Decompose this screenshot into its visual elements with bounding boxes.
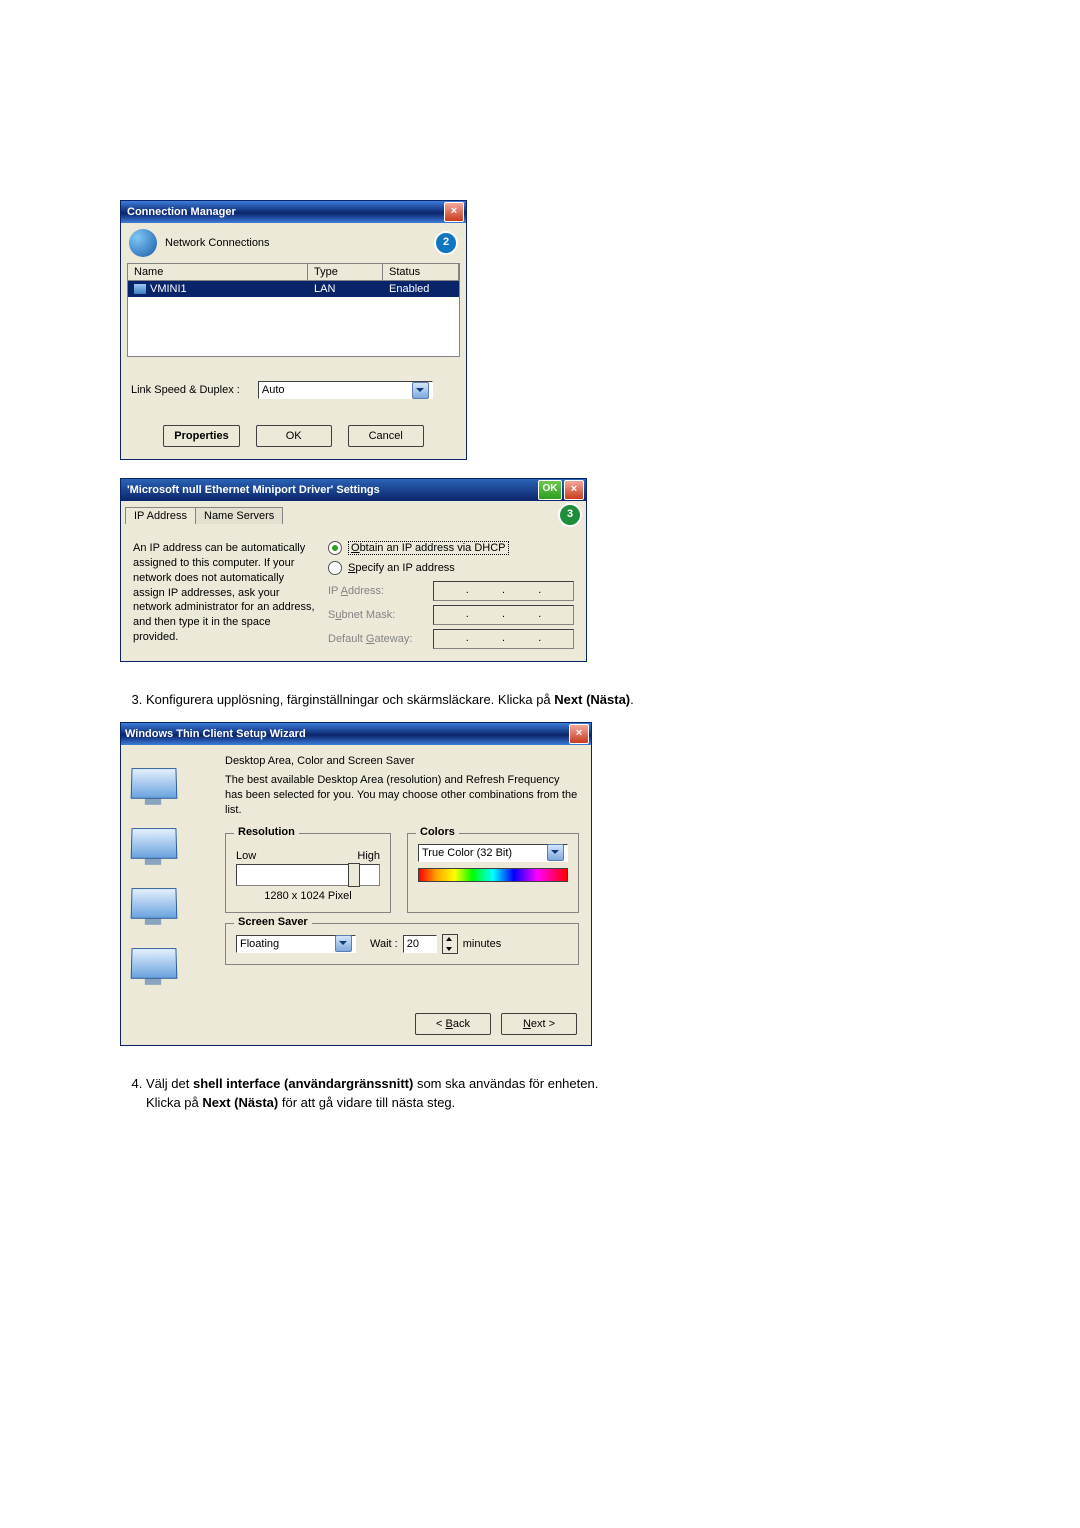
monitor-icon [130, 828, 175, 867]
next-button[interactable]: Next > [501, 1013, 577, 1035]
properties-button[interactable]: Properties [163, 425, 239, 447]
cm-title-bar: Connection Manager × [121, 201, 466, 223]
monitor-icon [130, 768, 175, 807]
wait-input[interactable]: 20 [403, 935, 437, 953]
chevron-down-icon[interactable] [335, 935, 352, 952]
monitor-icon [130, 888, 175, 927]
cancel-button[interactable]: Cancel [348, 425, 424, 447]
col-name[interactable]: Name [128, 264, 308, 281]
link-speed-select[interactable]: Auto [258, 381, 433, 399]
chevron-down-icon[interactable] [547, 844, 564, 861]
wait-label: Wait : [370, 938, 398, 950]
resolution-legend: Resolution [234, 826, 299, 838]
tab-name-servers[interactable]: Name Servers [195, 507, 283, 524]
wait-value: 20 [407, 938, 419, 950]
monitor-icon [130, 948, 175, 987]
setup-wizard-window: Windows Thin Client Setup Wizard × Deskt… [120, 722, 592, 1046]
subnet-mask-label: Subnet Mask: [328, 609, 433, 621]
slider-low-label: Low [236, 850, 256, 862]
back-button[interactable]: < Back [415, 1013, 491, 1035]
link-speed-value: Auto [262, 384, 285, 396]
radio-dhcp[interactable] [328, 541, 342, 555]
resolution-value: 1280 x 1024 Pixel [236, 890, 380, 902]
step-badge-3: 3 [558, 503, 582, 527]
connections-table: Name Type Status VMINI1 LAN Enabled [127, 263, 460, 357]
instruction-step-3: Konfigurera upplösning, färginställninga… [146, 690, 960, 710]
col-status[interactable]: Status [383, 264, 459, 281]
wz-title-bar: Windows Thin Client Setup Wizard × [121, 723, 591, 745]
miniport-settings-window: 'Microsoft null Ethernet Miniport Driver… [120, 478, 587, 662]
ok-button[interactable]: OK [256, 425, 332, 447]
wait-spinner[interactable] [442, 934, 458, 954]
radio-specify[interactable] [328, 561, 342, 575]
cm-title: Connection Manager [127, 206, 236, 218]
ip-address-input: ... [433, 581, 574, 601]
colors-select[interactable]: True Color (32 Bit) [418, 844, 568, 862]
slider-high-label: High [357, 850, 380, 862]
close-icon[interactable]: × [444, 202, 464, 222]
colors-legend: Colors [416, 826, 459, 838]
globe-icon [129, 229, 157, 257]
link-speed-label: Link Speed & Duplex : [131, 384, 240, 396]
mp-title-bar: 'Microsoft null Ethernet Miniport Driver… [121, 479, 586, 501]
row-type: LAN [308, 281, 383, 297]
wizard-side-graphic [131, 755, 211, 987]
tab-ip-address[interactable]: IP Address [125, 507, 196, 524]
resolution-fieldset: Resolution Low High 1280 x 1024 Pixel [225, 833, 391, 913]
gateway-label: Default Gateway: [328, 633, 433, 645]
slider-thumb[interactable] [348, 863, 360, 887]
title-ok-button[interactable]: OK [538, 480, 562, 500]
ip-description: An IP address can be automatically assig… [133, 541, 318, 649]
col-type[interactable]: Type [308, 264, 383, 281]
nic-icon [134, 284, 146, 294]
mp-title: 'Microsoft null Ethernet Miniport Driver… [127, 484, 380, 496]
screensaver-select[interactable]: Floating [236, 935, 356, 953]
row-status: Enabled [383, 281, 459, 297]
close-icon[interactable]: × [569, 724, 589, 744]
chevron-down-icon[interactable] [412, 382, 429, 399]
wz-title: Windows Thin Client Setup Wizard [125, 728, 306, 740]
cm-heading: Network Connections [165, 237, 270, 249]
radio-dhcp-label: OObtain an IP address via DHCPbtain an I… [348, 541, 509, 555]
screensaver-value: Floating [240, 938, 279, 950]
wz-subtext: The best available Desktop Area (resolut… [225, 773, 579, 819]
table-row[interactable]: VMINI1 LAN Enabled [128, 281, 459, 297]
radio-specify-label: Specify an IP address [348, 562, 455, 574]
wait-unit: minutes [463, 938, 502, 950]
subnet-mask-input: ... [433, 605, 574, 625]
wz-heading: Desktop Area, Color and Screen Saver [225, 755, 579, 767]
resolution-slider[interactable] [236, 864, 380, 886]
gateway-input: ... [433, 629, 574, 649]
ip-address-label: IP Address: [328, 585, 433, 597]
connection-manager-window: Connection Manager × Network Connections… [120, 200, 467, 460]
instruction-step-4: Välj det shell interface (användargränss… [146, 1074, 960, 1113]
step-badge-2: 2 [434, 231, 458, 255]
colors-value: True Color (32 Bit) [422, 847, 512, 859]
screensaver-legend: Screen Saver [234, 916, 312, 928]
screensaver-fieldset: Screen Saver Floating Wait : 20 [225, 923, 579, 965]
color-spectrum [418, 868, 568, 882]
row-name: VMINI1 [150, 283, 187, 295]
colors-fieldset: Colors True Color (32 Bit) [407, 833, 579, 913]
close-icon[interactable]: × [564, 480, 584, 500]
